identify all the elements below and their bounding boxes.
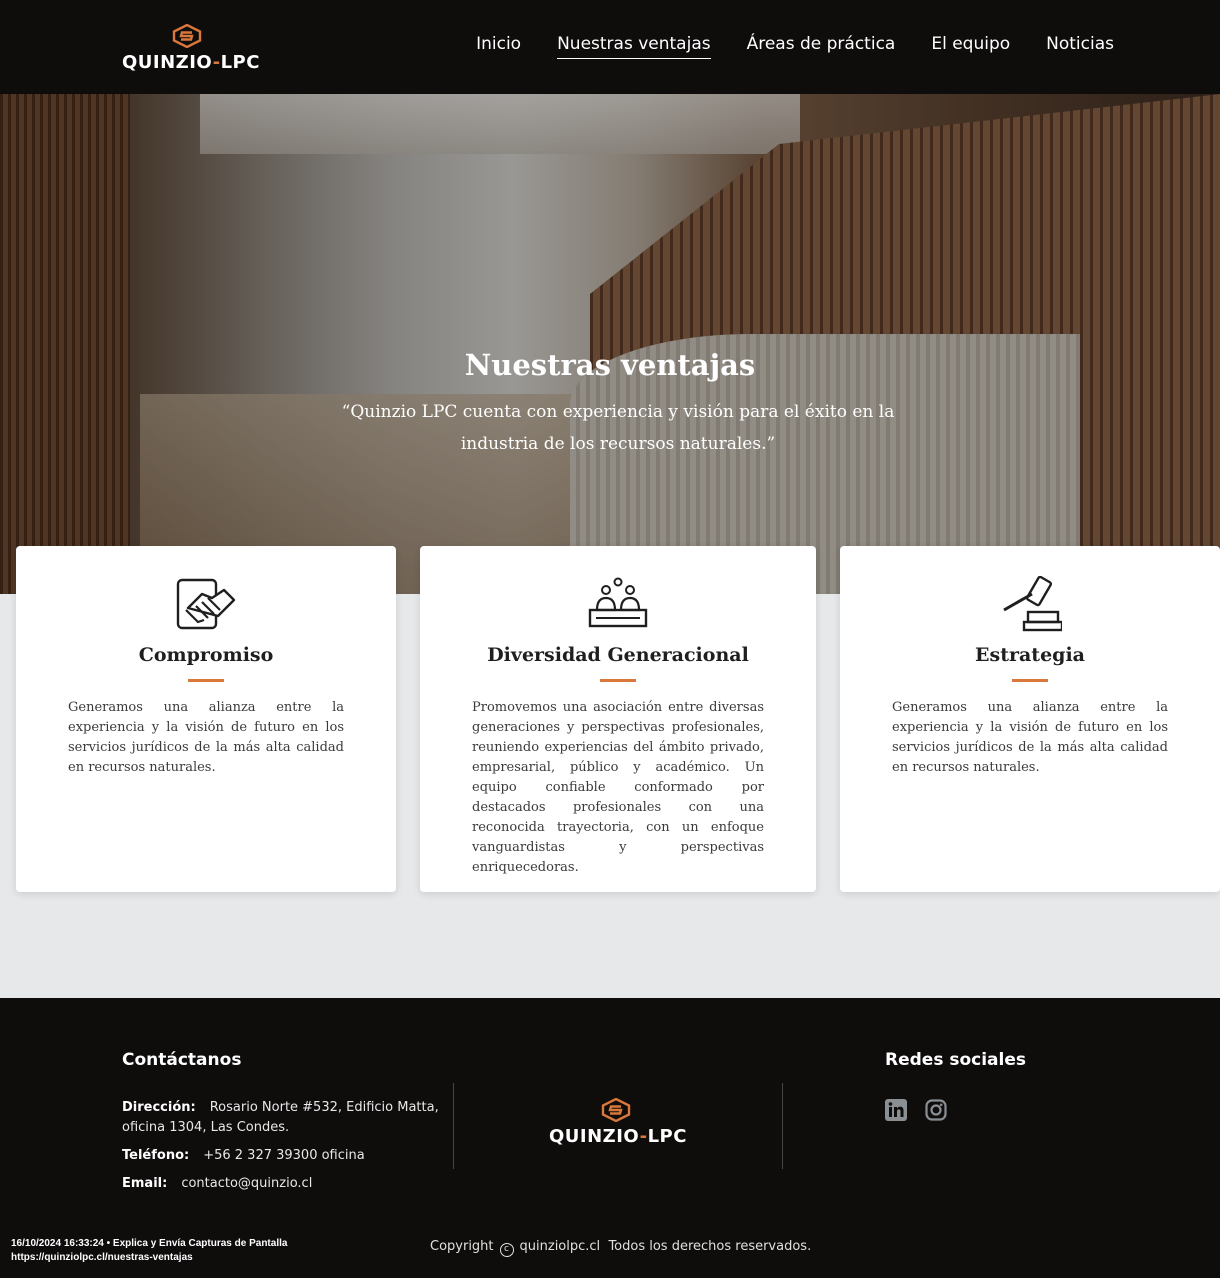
site-footer: Contáctanos Dirección: Rosario Norte #532… — [0, 998, 1220, 1278]
footer-logo[interactable]: QUINZIO-LPC — [549, 1098, 689, 1148]
screenshot-stamp: 16/10/2024 16:33:24 • Explica y Envía Ca… — [11, 1237, 287, 1265]
footer-divider-right — [782, 1083, 783, 1169]
card-accent-bar — [1012, 679, 1048, 682]
hero-overlay — [0, 94, 1220, 594]
footer-divider-left — [453, 1083, 454, 1169]
phone-label: Teléfono: — [122, 1148, 190, 1163]
gavel-icon — [1003, 576, 1062, 632]
stamp-url: https://quinziolpc.cl/nuestras-ventajas — [11, 1252, 193, 1263]
advantage-card-compromiso: Compromiso Generamos una alianza entre l… — [16, 546, 396, 892]
logo-separator: - — [212, 52, 221, 73]
copyright-icon: c — [499, 1243, 514, 1257]
logo-separator: - — [639, 1126, 648, 1147]
instagram-icon[interactable] — [925, 1099, 947, 1121]
contact-title: Contáctanos — [122, 1050, 242, 1070]
advantage-card-diversidad: Diversidad Generacional Promovemos una a… — [420, 546, 816, 892]
site-logo[interactable]: QUINZIO-LPC — [122, 24, 262, 74]
logo-brand: QUINZIO — [549, 1126, 640, 1147]
card-title: Compromiso — [138, 644, 274, 666]
copyright-label: Copyright — [430, 1239, 494, 1254]
card-text: Promovemos una asociación entre diversas… — [472, 700, 764, 875]
handshake-icon — [176, 578, 236, 630]
email-link[interactable]: contacto@quinzio.cl — [181, 1176, 312, 1191]
social-title: Redes sociales — [885, 1050, 1027, 1070]
card-accent-bar — [188, 679, 224, 682]
logo-suffix: LPC — [220, 52, 260, 73]
stamp-datetime: 16/10/2024 16:33:24 • Explica y Envía Ca… — [11, 1238, 288, 1249]
nav-inicio[interactable]: Inicio — [476, 34, 521, 59]
copyright-notice: Copyright c quinziolpc.cl Todos los derech… — [430, 1239, 811, 1257]
phone-value[interactable]: +56 2 327 39300 oficina — [203, 1148, 365, 1163]
linkedin-icon[interactable] — [885, 1099, 907, 1121]
nav-el-equipo[interactable]: El equipo — [931, 34, 1010, 59]
nav-noticias[interactable]: Noticias — [1046, 34, 1114, 59]
address-label: Dirección: — [122, 1100, 196, 1115]
site-header: QUINZIO-LPC Inicio Nuestras ventajas Áre… — [0, 0, 1220, 94]
card-text: Generamos una alianza entre la experienc… — [68, 700, 344, 775]
copyright-site[interactable]: quinziolpc.cl — [520, 1239, 601, 1254]
advantage-card-estrategia: Estrategia Generamos una alianza entre l… — [840, 546, 1220, 892]
nav-nuestras-ventajas[interactable]: Nuestras ventajas — [557, 34, 711, 59]
card-text: Generamos una alianza entre la experienc… — [892, 700, 1168, 775]
logo-mark-icon — [172, 24, 202, 48]
copyright-text: Todos los derechos reservados. — [608, 1239, 812, 1254]
card-title: Diversidad Generacional — [487, 644, 749, 666]
contact-email: Email: contacto@quinzio.cl — [122, 1174, 312, 1194]
logo-mark-icon — [601, 1098, 631, 1122]
hero-banner: Nuestras ventajas “Quinzio LPC cuenta co… — [0, 94, 1220, 594]
hero-quote: “Quinzio LPC cuenta con experiencia y vi… — [341, 402, 895, 454]
nav-areas-de-practica[interactable]: Áreas de práctica — [747, 34, 896, 59]
card-title: Estrategia — [975, 644, 1085, 666]
contact-phone: Teléfono: +56 2 327 39300 oficina — [122, 1146, 365, 1166]
card-accent-bar — [600, 679, 636, 682]
hero-title: Nuestras ventajas — [464, 348, 756, 382]
email-label: Email: — [122, 1176, 168, 1191]
main-nav: Inicio Nuestras ventajas Áreas de prácti… — [476, 34, 1114, 59]
logo-brand: QUINZIO — [122, 52, 213, 73]
contact-address: Dirección: Rosario Norte #532, Edificio M… — [122, 1098, 442, 1138]
team-icon — [588, 577, 648, 628]
logo-suffix: LPC — [647, 1126, 687, 1147]
